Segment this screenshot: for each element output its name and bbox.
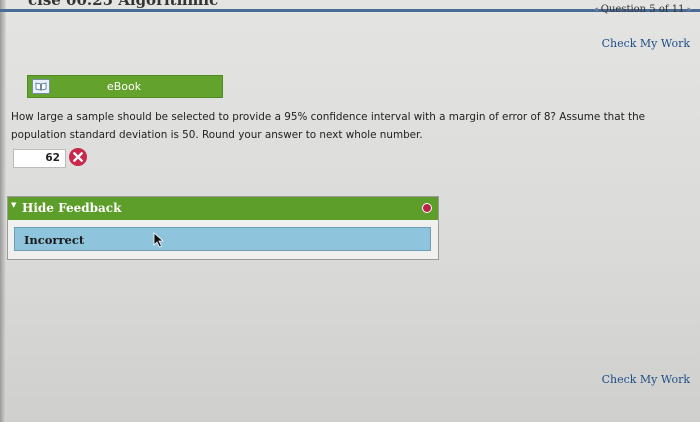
incorrect-x-icon xyxy=(68,147,88,171)
chevron-left-icon[interactable]: ◂ xyxy=(593,5,598,15)
caret-down-icon: ▼ xyxy=(11,201,17,209)
question-text: How large a sample should be selected to… xyxy=(11,111,646,141)
page-title: cise 00.25 Algorithmic xyxy=(28,0,219,9)
mouse-pointer-icon xyxy=(153,232,165,252)
check-my-work-button-top[interactable]: Check My Work xyxy=(602,37,690,50)
ebook-button[interactable]: eBook xyxy=(27,75,223,98)
feedback-result-text: Incorrect xyxy=(24,233,85,247)
ebook-label: eBook xyxy=(106,80,142,93)
question-navigation[interactable]: ◂ Question 5 of 11 ▸ xyxy=(593,4,692,15)
feedback-result: Incorrect xyxy=(14,227,431,251)
feedback-header[interactable]: ▼ Hide Feedback xyxy=(8,197,438,220)
page-background: cise 00.25 Algorithmic ◂ Question 5 of 1… xyxy=(0,0,700,422)
book-icon xyxy=(32,79,50,94)
answer-input[interactable]: 62 xyxy=(13,149,66,168)
question-counter: Question 5 of 11 xyxy=(600,4,685,15)
feedback-panel: ▼ Hide Feedback Incorrect xyxy=(7,196,439,260)
check-my-work-button-bottom[interactable]: Check My Work xyxy=(602,373,690,386)
hide-feedback-toggle[interactable]: Hide Feedback xyxy=(22,201,121,215)
chevron-right-icon[interactable]: ▸ xyxy=(687,5,692,15)
left-edge xyxy=(0,0,6,422)
close-icon[interactable] xyxy=(422,203,432,213)
